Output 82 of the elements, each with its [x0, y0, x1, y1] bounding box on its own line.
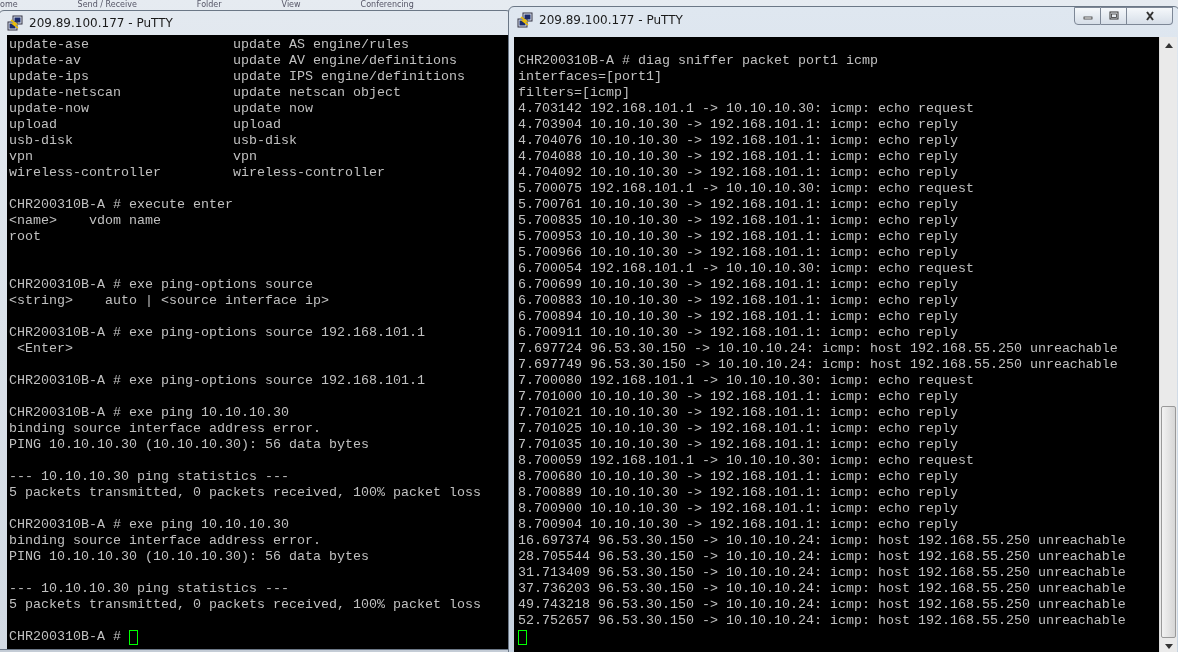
terminal-icon — [7, 15, 23, 31]
terminal-line: 4.703904 10.10.10.30 -> 192.168.101.1: icmp: echo reply — [518, 117, 959, 133]
terminal-line: 7.701025 10.10.10.30 -> 192.168.101.1: icmp: echo reply — [518, 421, 959, 437]
terminal-line: wireless-controller wireless-controller — [9, 165, 386, 181]
terminal-line: <name> vdom name — [9, 213, 162, 229]
terminal-line: 7.700080 192.168.101.1 -> 10.10.10.30: icmp: echo request — [518, 373, 975, 389]
close-icon — [1143, 11, 1156, 21]
terminal-line: 7.701021 10.10.10.30 -> 192.168.101.1: icmp: echo reply — [518, 405, 959, 421]
terminal-line: 5.700075 192.168.101.1 -> 10.10.10.30: icmp: echo request — [518, 181, 975, 197]
terminal-line: binding source interface address error. — [9, 533, 322, 549]
terminal-line: 4.704092 10.10.10.30 -> 192.168.101.1: icmp: echo reply — [518, 165, 959, 181]
terminal-line: 4.703142 192.168.101.1 -> 10.10.10.30: icmp: echo request — [518, 101, 975, 117]
terminal-line: 8.700889 10.10.10.30 -> 192.168.101.1: icmp: echo reply — [518, 485, 959, 501]
terminal-line: CHR200310B-A # exe ping 10.10.10.30 — [9, 405, 290, 421]
terminal-line: 37.736203 96.53.30.150 -> 10.10.10.24: icmp: host 192.168.55.250 unreachable — [518, 581, 1127, 597]
terminal-line: 5.700953 10.10.10.30 -> 192.168.101.1: icmp: echo reply — [518, 229, 959, 245]
terminal-line: 4.704088 10.10.10.30 -> 192.168.101.1: icmp: echo reply — [518, 149, 959, 165]
window-title: 209.89.100.177 - PuTTY — [539, 13, 683, 27]
terminal-icon — [517, 12, 533, 28]
terminal-line: CHR200310B-A # exe ping-options source 192.168.101.1 — [9, 373, 426, 389]
terminal-line: 7.697749 96.53.30.150 -> 10.10.10.24: icmp: host 192.168.55.250 unreachable — [518, 357, 1119, 373]
text-cursor — [518, 629, 527, 645]
terminal-line: binding source interface address error. — [9, 421, 322, 437]
terminal-line: 6.700699 10.10.10.30 -> 192.168.101.1: icmp: echo reply — [518, 277, 959, 293]
scrollbar-thumb[interactable] — [1161, 406, 1176, 638]
ribbon-tab[interactable]: Conferencing — [360, 0, 414, 10]
text-cursor — [129, 629, 138, 645]
terminal-line: update-netscan update netscan object — [9, 85, 402, 101]
terminal-line: --- 10.10.10.30 ping statistics --- — [9, 469, 290, 485]
terminal-line: filters=[icmp] — [518, 85, 631, 101]
window-title: 209.89.100.177 - PuTTY — [29, 16, 173, 30]
scrollbar[interactable] — [1159, 37, 1177, 652]
terminal-line: CHR200310B-A # execute enter — [9, 197, 234, 213]
terminal-line: upload upload — [9, 117, 282, 133]
terminal-line: 16.697374 96.53.30.150 -> 10.10.10.24: icmp: host 192.168.55.250 unreachable — [518, 533, 1127, 549]
terminal-line: --- 10.10.10.30 ping statistics --- — [9, 581, 290, 597]
terminal-line: vpn vpn — [9, 149, 258, 165]
terminal-line: update-av update AV engine/definitions — [9, 53, 458, 69]
close-button[interactable] — [1127, 7, 1173, 25]
terminal-line: 7.701000 10.10.10.30 -> 192.168.101.1: icmp: echo reply — [518, 389, 959, 405]
ribbon-tab[interactable]: ome — [0, 0, 18, 10]
minimize-button[interactable] — [1074, 7, 1101, 25]
terminal-line: <Enter> — [16, 341, 74, 357]
terminal-line: 6.700911 10.10.10.30 -> 192.168.101.1: icmp: echo reply — [518, 325, 959, 341]
terminal-line: 52.752657 96.53.30.150 -> 10.10.10.24: icmp: host 192.168.55.250 unreachable — [518, 613, 1127, 629]
terminal-line: 49.743218 96.53.30.150 -> 10.10.10.24: icmp: host 192.168.55.250 unreachable — [518, 597, 1127, 613]
terminal-line: 6.700894 10.10.10.30 -> 192.168.101.1: icmp: echo reply — [518, 309, 959, 325]
terminal-line: <string> auto | <source interface ip> — [9, 293, 330, 309]
terminal-line: 8.700059 192.168.101.1 -> 10.10.10.30: icmp: echo request — [518, 453, 975, 469]
terminal-line: usb-disk usb-disk — [9, 133, 298, 149]
terminal-line: 31.713409 96.53.30.150 -> 10.10.10.24: icmp: host 192.168.55.250 unreachable — [518, 565, 1127, 581]
terminal-line: CHR200310B-A # exe ping-options source — [9, 277, 314, 293]
terminal-line: 7.701035 10.10.10.30 -> 192.168.101.1: icmp: echo reply — [518, 437, 959, 453]
terminal-line: CHR200310B-A # — [9, 629, 121, 645]
terminal-line: 5.700835 10.10.10.30 -> 192.168.101.1: icmp: echo reply — [518, 213, 959, 229]
terminal-line: CHR200310B-A # diag sniffer packet port1 icmp — [518, 53, 879, 69]
terminal-line: 8.700680 10.10.10.30 -> 192.168.101.1: icmp: echo reply — [518, 469, 959, 485]
terminal-line: update-ips update IPS engine/definitions — [9, 69, 466, 85]
terminal-line: update-ase update AS engine/rules — [9, 37, 410, 53]
terminal-line: 4.704076 10.10.10.30 -> 192.168.101.1: icmp: echo reply — [518, 133, 959, 149]
terminal-line: 6.700883 10.10.10.30 -> 192.168.101.1: icmp: echo reply — [518, 293, 959, 309]
terminal-line: 8.700900 10.10.10.30 -> 192.168.101.1: icmp: echo reply — [518, 501, 959, 517]
terminal-line: interfaces=[port1] — [518, 69, 663, 85]
ribbon-tab[interactable]: Send / Receive — [77, 0, 137, 10]
ribbon-tab[interactable]: View — [281, 0, 301, 10]
terminal-line: 8.700904 10.10.10.30 -> 192.168.101.1: icmp: echo reply — [518, 517, 959, 533]
terminal-line: PING 10.10.10.30 (10.10.10.30): 56 data bytes — [9, 549, 370, 565]
terminal-line: CHR200310B-A # exe ping-options source 192.168.101.1 — [9, 325, 426, 341]
maximize-button[interactable] — [1101, 7, 1127, 25]
terminal-line: 28.705544 96.53.30.150 -> 10.10.10.24: icmp: host 192.168.55.250 unreachable — [518, 549, 1127, 565]
terminal-line: update-now update now — [9, 101, 314, 117]
terminal-line: root — [9, 229, 42, 245]
terminal-line: CHR200310B-A # exe ping 10.10.10.30 — [9, 517, 290, 533]
terminal-line: 5.700966 10.10.10.30 -> 192.168.101.1: icmp: echo reply — [518, 245, 959, 261]
ribbon-tab[interactable]: Folder — [196, 0, 222, 10]
terminal-line: 6.700054 192.168.101.1 -> 10.10.10.30: icmp: echo request — [518, 261, 975, 277]
maximize-icon — [1107, 11, 1120, 21]
terminal-line: 5 packets transmitted, 0 packets received, 100% packet loss — [9, 597, 482, 613]
terminal-line: 7.697724 96.53.30.150 -> 10.10.10.24: icmp: host 192.168.55.250 unreachable — [518, 341, 1119, 357]
terminal-line: 5 packets transmitted, 0 packets received, 100% packet loss — [9, 485, 482, 501]
terminal-line: 5.700761 10.10.10.30 -> 192.168.101.1: icmp: echo reply — [518, 197, 959, 213]
terminal-line: PING 10.10.10.30 (10.10.10.30): 56 data bytes — [9, 437, 370, 453]
